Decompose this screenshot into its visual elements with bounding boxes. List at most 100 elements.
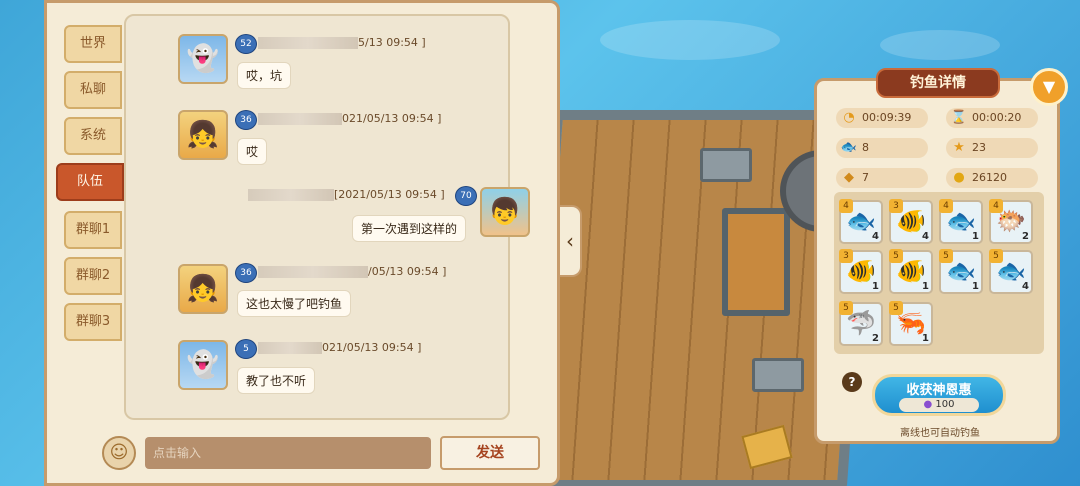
redacted-name xyxy=(258,37,358,49)
message-timestamp: [2021/05/13 09:54 ] xyxy=(334,188,445,201)
redacted-name xyxy=(258,113,342,125)
fish-item[interactable]: 5 🦐 1 xyxy=(889,301,933,346)
avatar[interactable]: 👻 xyxy=(178,34,228,84)
message-header: [2021/05/13 09:54 ] xyxy=(248,188,445,201)
elapsed-time-value: 00:09:39 xyxy=(862,111,912,124)
fish-count: 1 xyxy=(922,281,929,292)
fish-rarity-badge: 5 xyxy=(989,249,1003,263)
message-timestamp: 5/13 09:54 ] xyxy=(358,36,426,49)
fish-item[interactable]: 5 🦈 2 xyxy=(839,301,883,346)
bread-icon: ◆ xyxy=(844,170,854,185)
star-fish-icon: ★ xyxy=(953,140,965,155)
bread-count: ◆ 7 xyxy=(836,168,928,188)
level-badge: 5 xyxy=(235,339,257,359)
message-timestamp: /05/13 09:54 ] xyxy=(368,265,447,278)
chevron-left-icon: ‹ xyxy=(566,229,574,253)
fish-count: 2 xyxy=(1022,231,1029,242)
fish-item[interactable]: 4 🐟 1 xyxy=(939,199,983,244)
fish-count: 1 xyxy=(922,333,929,344)
message-header: 021/05/13 09:54 ] xyxy=(258,341,421,354)
fishing-panel-title: 钓鱼详情 xyxy=(876,68,1000,98)
message-header: 5/13 09:54 ] xyxy=(258,36,426,49)
fish-rarity-badge: 5 xyxy=(839,301,853,315)
fish-count: 1 xyxy=(972,231,979,242)
redacted-name xyxy=(258,342,322,354)
fish-item[interactable]: 5 🐠 1 xyxy=(889,249,933,294)
collapse-chat-button[interactable]: ‹ xyxy=(560,205,582,277)
fish-rarity-badge: 3 xyxy=(889,199,903,213)
fish-rarity-badge: 5 xyxy=(889,249,903,263)
harvest-cost-value: 100 xyxy=(935,399,955,410)
fish-count: 1 xyxy=(872,281,879,292)
fish-item[interactable]: 3 🐠 1 xyxy=(839,249,883,294)
sea-wave xyxy=(600,20,780,60)
fish-count: 4 xyxy=(922,231,929,242)
tab-system[interactable]: 系统 xyxy=(64,117,122,155)
message-bubble: 第一次遇到这样的 xyxy=(352,215,467,242)
level-badge: 70 xyxy=(455,186,477,206)
offline-fishing-note: 离线也可自动钓鱼 xyxy=(900,428,980,439)
fish-rarity-badge: 4 xyxy=(989,199,1003,213)
clock-icon: ◔ xyxy=(843,110,855,125)
message-header: 021/05/13 09:54 ] xyxy=(258,112,441,125)
fish-count: 4 xyxy=(872,231,879,242)
fish-rarity-badge: 5 xyxy=(889,301,903,315)
avatar[interactable]: 👻 xyxy=(178,340,228,390)
remaining-time: ⌛ 00:00:20 xyxy=(946,108,1038,128)
avatar[interactable]: 👧 xyxy=(178,110,228,160)
fish-icon: 🐟 xyxy=(840,140,858,155)
tab-team[interactable]: 队伍 xyxy=(56,163,124,201)
fish-caught-value: 8 xyxy=(862,141,869,154)
message-bubble: 这也太慢了吧钓鱼 xyxy=(237,290,352,317)
chevron-down-icon: ▼ xyxy=(1042,77,1056,96)
collapse-panel-button[interactable]: ▼ xyxy=(1030,68,1068,106)
remaining-time-value: 00:00:20 xyxy=(972,111,1022,124)
level-badge: 36 xyxy=(235,110,257,130)
message-header: /05/13 09:54 ] xyxy=(258,265,446,278)
tab-group-2[interactable]: 群聊2 xyxy=(64,257,122,295)
harvest-cost: ● 100 xyxy=(899,398,979,412)
coin-icon: ● xyxy=(953,170,965,185)
tab-world[interactable]: 世界 xyxy=(64,25,122,63)
avatar[interactable]: 👧 xyxy=(178,264,228,314)
deck-plate xyxy=(700,148,752,182)
harvest-blessing-button[interactable]: 收获神恩惠 ● 100 xyxy=(872,374,1006,416)
level-badge: 36 xyxy=(235,263,257,283)
gem-icon: ● xyxy=(923,399,936,410)
level-badge: 52 xyxy=(235,34,257,54)
chat-input[interactable]: 点击输入 xyxy=(145,437,431,469)
elapsed-time: ◔ 00:09:39 xyxy=(836,108,928,128)
avatar[interactable]: 👦 xyxy=(480,187,530,237)
message-bubble: 哎，坑 xyxy=(237,62,292,89)
fish-item[interactable]: 4 🐟 4 xyxy=(839,199,883,244)
fish-item[interactable]: 3 🐠 4 xyxy=(889,199,933,244)
emoji-button[interactable]: ☺ xyxy=(102,436,136,470)
deck-plate xyxy=(752,358,804,392)
coin-count-value: 26120 xyxy=(972,171,1007,184)
fish-item[interactable]: 4 🐡 2 xyxy=(989,199,1033,244)
fish-caught: 🐟 8 xyxy=(836,138,928,158)
message-timestamp: 021/05/13 09:54 ] xyxy=(322,341,422,354)
fish-rarity-badge: 5 xyxy=(939,249,953,263)
fish-rarity-badge: 3 xyxy=(839,249,853,263)
star-count: ★ 23 xyxy=(946,138,1038,158)
tab-group-1[interactable]: 群聊1 xyxy=(64,211,122,249)
deck-hatch xyxy=(722,208,790,316)
send-button[interactable]: 发送 xyxy=(440,436,540,470)
fish-count: 2 xyxy=(872,333,879,344)
fish-count: 4 xyxy=(1022,281,1029,292)
tab-private[interactable]: 私聊 xyxy=(64,71,122,109)
coin-count: ● 26120 xyxy=(946,168,1038,188)
fish-item[interactable]: 5 🐟 4 xyxy=(989,249,1033,294)
fish-item[interactable]: 5 🐟 1 xyxy=(939,249,983,294)
fish-count: 1 xyxy=(972,281,979,292)
fish-rarity-badge: 4 xyxy=(839,199,853,213)
bread-count-value: 7 xyxy=(862,171,869,184)
help-icon[interactable]: ? xyxy=(842,372,862,392)
star-count-value: 23 xyxy=(972,141,986,154)
message-bubble: 教了也不听 xyxy=(237,367,316,394)
fish-rarity-badge: 4 xyxy=(939,199,953,213)
hourglass-icon: ⌛ xyxy=(950,110,968,125)
sea-wave xyxy=(880,30,1000,60)
tab-group-3[interactable]: 群聊3 xyxy=(64,303,122,341)
